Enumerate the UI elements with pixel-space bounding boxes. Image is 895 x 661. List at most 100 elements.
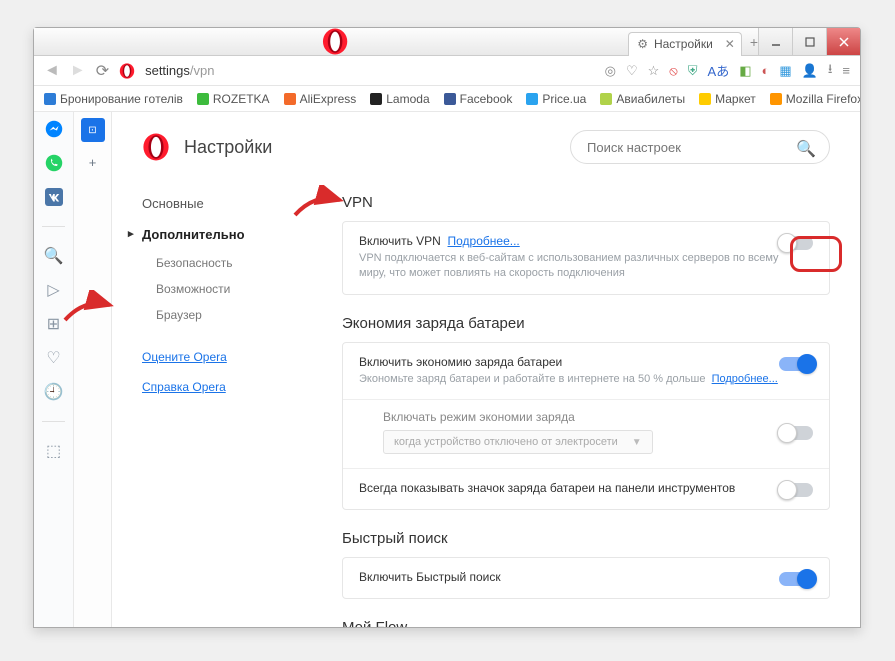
search-icon[interactable]: 🔍	[45, 247, 63, 265]
new-tab-button[interactable]: +	[750, 34, 758, 50]
bookmark-item[interactable]: ROZETKA	[197, 92, 270, 106]
nav-browser[interactable]: Браузер	[142, 302, 312, 328]
battery-icon-toggle[interactable]	[779, 483, 813, 497]
section-heading-vpn: VPN	[342, 194, 830, 211]
battery-more-link[interactable]: Подробнее...	[712, 373, 778, 385]
battery-mode-toggle[interactable]	[779, 426, 813, 440]
toolbar-icons: ◎ ♡ ☆ ⦸ ⛨ Aあ ◧ ◐ ▦ 👤 ⭳ ≡	[605, 60, 850, 82]
bookmark-item[interactable]: Маркет	[699, 92, 756, 106]
search-input[interactable]	[570, 130, 830, 164]
battery-mode-select[interactable]: когда устройство отключено от электросет…	[383, 430, 653, 454]
ext2-icon[interactable]: ◐	[762, 63, 770, 78]
bookmark-label: Mozilla Firefox	[786, 92, 860, 106]
opera-logo-icon	[42, 28, 628, 55]
quicksearch-label: Включить Быстрый поиск	[359, 570, 779, 584]
profile-icon[interactable]: 👤	[802, 63, 818, 79]
nav-help-opera[interactable]: Справка Opera	[142, 372, 312, 402]
heart-icon[interactable]: ♡	[626, 63, 638, 79]
news-icon[interactable]: ▷	[45, 281, 63, 299]
heart-sidebar-icon[interactable]: ♡	[45, 349, 63, 367]
address-bar: ◄ ► ⟳ settings/vpn ◎ ♡ ☆ ⦸ ⛨ Aあ ◧ ◐ ▦ 👤 …	[34, 56, 860, 86]
nav-features[interactable]: Возможности	[142, 276, 312, 302]
battery-enable-row: Включить экономию заряда батареи Экономь…	[343, 343, 829, 400]
vpn-more-link[interactable]: Подробнее...	[448, 234, 520, 248]
vpn-enable-row: Включить VPN Подробнее... VPN подключает…	[343, 222, 829, 294]
reload-button[interactable]: ⟳	[96, 61, 109, 81]
address-text[interactable]: settings/vpn	[145, 63, 214, 78]
battery-mode-label: Включать режим экономии заряда	[383, 410, 779, 424]
messenger-fb-icon[interactable]	[45, 120, 63, 138]
easy-setup-icon[interactable]: ≡	[842, 63, 850, 78]
page-title: Настройки	[184, 137, 272, 158]
bookmark-item[interactable]: Price.ua	[526, 92, 586, 106]
bookmark-favicon	[370, 93, 382, 105]
nav-basic[interactable]: Основные	[142, 188, 312, 219]
browser-window: ⚙ Настройки ✕ + ◄ ► ⟳ settings/vpn ◎ ♡ ☆…	[33, 27, 861, 628]
maximize-button[interactable]	[792, 28, 826, 55]
nav-back-button[interactable]: ◄	[44, 62, 60, 80]
address-main: settings	[145, 63, 190, 78]
extensions-icon[interactable]: ⬚	[45, 442, 63, 460]
vpn-card: Включить VPN Подробнее... VPN подключает…	[342, 221, 830, 295]
nav-security[interactable]: Безопасность	[142, 250, 312, 276]
bookmark-item[interactable]: AliExpress	[284, 92, 357, 106]
nav-advanced[interactable]: Дополнительно	[128, 219, 312, 250]
download-icon[interactable]: ⭳	[828, 60, 833, 82]
tab-title: Настройки	[654, 37, 713, 51]
bookmark-label: Price.ua	[542, 92, 586, 106]
vpn-toggle[interactable]	[779, 236, 813, 250]
adblock-icon[interactable]: ⦸	[669, 63, 677, 79]
bookmark-favicon	[699, 93, 711, 105]
settings-search: 🔍	[570, 130, 830, 164]
bookmark-icon[interactable]: ☆	[648, 63, 660, 79]
bookmark-label: Маркет	[715, 92, 756, 106]
bookmark-item[interactable]: Mozilla Firefox	[770, 92, 860, 106]
sidebar-divider	[42, 226, 65, 227]
speed-dial-icon[interactable]: ⊞	[45, 315, 63, 333]
bookmark-label: Facebook	[460, 92, 513, 106]
bookmark-label: ROZETKA	[213, 92, 270, 106]
site-identity-icon[interactable]	[119, 63, 135, 79]
bookmark-favicon	[600, 93, 612, 105]
tab-close-icon[interactable]: ✕	[725, 37, 735, 51]
battery-card: Включить экономию заряда батареи Экономь…	[342, 342, 830, 510]
history-icon[interactable]: 🕘	[45, 383, 63, 401]
translate-icon[interactable]: Aあ	[708, 61, 730, 80]
ext-icon[interactable]: ◧	[739, 63, 751, 79]
bookmark-favicon	[526, 93, 538, 105]
window-titlebar: ⚙ Настройки ✕ +	[34, 28, 860, 56]
bookmark-item[interactable]: Lamoda	[370, 92, 429, 106]
sidebar-divider	[42, 421, 65, 422]
snapshot-icon[interactable]: ◎	[605, 63, 616, 79]
address-sub: /vpn	[190, 63, 215, 78]
battery-toggle[interactable]	[779, 357, 813, 371]
ext3-icon[interactable]: ▦	[779, 63, 791, 79]
bookmark-label: Бронирование гoтелів	[60, 92, 183, 106]
bookmark-label: AliExpress	[300, 92, 357, 106]
shield-icon[interactable]: ⛨	[688, 63, 698, 79]
browser-tab[interactable]: ⚙ Настройки ✕	[628, 32, 742, 56]
bookmark-item[interactable]: Бронирование гoтелів	[44, 92, 183, 106]
section-heading-flow: Мой Flow	[342, 619, 830, 627]
messenger-sidebar: 🔍 ▷ ⊞ ♡ 🕘 ⬚	[34, 112, 74, 627]
nav-forward-button[interactable]: ►	[70, 62, 86, 80]
bookmark-label: Авиабилеты	[616, 92, 685, 106]
quicksearch-toggle[interactable]	[779, 572, 813, 586]
bookmark-item[interactable]: Авиабилеты	[600, 92, 685, 106]
workspace-tab-add[interactable]: +	[81, 150, 105, 174]
settings-header: Настройки 🔍	[112, 112, 860, 178]
bookmark-item[interactable]: Facebook	[444, 92, 513, 106]
workspace-tab-active[interactable]: ⊡	[81, 118, 105, 142]
close-window-button[interactable]	[826, 28, 860, 55]
gear-icon: ⚙	[637, 37, 648, 51]
settings-page: Настройки 🔍 Основные Дополнительно Безоп…	[112, 112, 860, 627]
nav-rate-opera[interactable]: Оцените Opera	[142, 342, 312, 372]
workspace-tabs: ⊡ +	[74, 112, 112, 627]
chevron-down-icon: ▼	[632, 437, 642, 448]
vk-icon[interactable]	[45, 188, 63, 206]
section-heading-quicksearch: Быстрый поиск	[342, 530, 830, 547]
whatsapp-icon[interactable]	[45, 154, 63, 172]
window-controls	[758, 28, 860, 55]
minimize-button[interactable]	[758, 28, 792, 55]
bookmark-label: Lamoda	[386, 92, 429, 106]
